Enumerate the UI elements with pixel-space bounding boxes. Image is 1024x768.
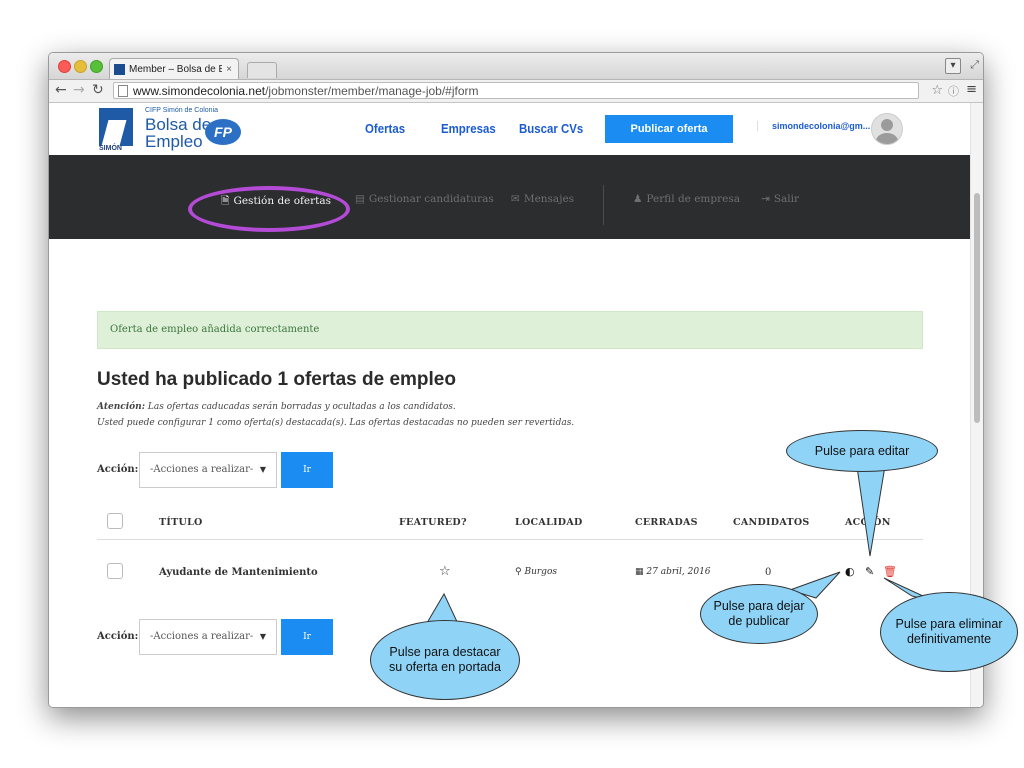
closing-date-text: 27 abril, 2016: [646, 567, 711, 577]
tab-label: Mensajes: [523, 193, 575, 205]
back-icon[interactable]: ←: [55, 82, 67, 98]
bulk-action-value: -Acciones a realizar-: [150, 464, 254, 475]
logo-mark-icon: [99, 108, 133, 146]
notice-label: Atención:: [97, 402, 146, 412]
col-localidad: LOCALIDAD: [515, 517, 583, 528]
calendar-icon: ▦: [635, 567, 644, 577]
tab-title: Member – Bolsa de Empleo: [129, 63, 222, 75]
new-tab-button[interactable]: [247, 62, 277, 78]
page-title: Usted ha publicado 1 ofertas de empleo: [97, 369, 456, 390]
location-text: Burgos: [524, 567, 557, 577]
avatar[interactable]: [871, 113, 903, 145]
notice-line2: Usted puede configurar 1 como oferta(s) …: [97, 418, 575, 428]
bulk-action-select[interactable]: -Acciones a realizar- ▼: [139, 452, 277, 488]
web-page: SIMÓN CIFP Simón de Colonia Bolsa de Emp…: [49, 103, 971, 707]
callout-edit: Pulse para editar: [786, 430, 938, 472]
nav-buscar-cvs[interactable]: Buscar CVs: [519, 121, 583, 136]
forward-icon[interactable]: →: [73, 82, 85, 98]
chevron-down-icon: ▼: [259, 465, 266, 474]
tab-salir[interactable]: ⇥ Salir: [761, 193, 799, 205]
logo-fp-badge: FP: [205, 119, 241, 145]
bulk-action-go-button[interactable]: Ir: [281, 452, 333, 488]
job-closing-date: ▦ 27 abril, 2016: [635, 567, 711, 577]
job-title-link[interactable]: Ayudante de Mantenimiento: [159, 567, 318, 578]
tab-label: Gestionar candidaturas: [368, 193, 494, 205]
callout-unpublish: Pulse para dejar de publicar: [700, 584, 818, 644]
favicon-icon: [114, 63, 125, 75]
site-header: SIMÓN CIFP Simón de Colonia Bolsa de Emp…: [49, 103, 971, 155]
user-profile-icon[interactable]: ▾: [945, 58, 961, 74]
logo-side-text: SIMÓN: [99, 145, 122, 152]
logo-subtitle: CIFP Simón de Colonia: [145, 107, 219, 114]
col-cerradas: CERRADAS: [635, 517, 698, 528]
address-bar[interactable]: www.simondecolonia.net /jobmonster/membe…: [113, 82, 919, 99]
nav-ofertas[interactable]: Ofertas: [365, 121, 405, 136]
table-header-divider: [97, 539, 923, 540]
nav-empresas[interactable]: Empresas: [441, 121, 496, 136]
bulk-action-label: Acción:: [97, 631, 139, 642]
highlight-ellipse: [188, 186, 350, 232]
publish-offer-button[interactable]: Publicar oferta: [605, 115, 733, 143]
select-all-checkbox[interactable]: [107, 513, 123, 529]
tab-gestionar-candidaturas[interactable]: ▤ Gestionar candidaturas: [355, 193, 494, 205]
url-path: /jobmonster/member/manage-job/#jform: [265, 83, 479, 98]
reload-icon[interactable]: ↻: [92, 82, 104, 98]
chat-icon: ✉: [511, 193, 520, 205]
tab-label: Perfil de empresa: [646, 193, 740, 205]
scrollbar-thumb[interactable]: [974, 193, 980, 423]
bulk-action-select[interactable]: -Acciones a realizar- ▼: [139, 619, 277, 655]
member-subnav: 🗎 Gestión de ofertas ▤ Gestionar candidatu…: [49, 155, 971, 239]
browser-window: Member – Bolsa de Empleo × ▾ ⤢ ← → ↻ www…: [48, 52, 984, 708]
col-titulo: TÍTULO: [159, 517, 203, 528]
callout-feature: Pulse para destacar su oferta en portada: [370, 620, 520, 700]
close-window-button[interactable]: [58, 60, 71, 73]
tab-close-icon[interactable]: ×: [226, 64, 232, 75]
bookmark-star-icon[interactable]: ☆: [931, 83, 943, 98]
zoom-window-button[interactable]: [90, 60, 103, 73]
account-menu[interactable]: simondecolonia@gm...: [757, 121, 870, 131]
toggle-publish-icon[interactable]: ◐: [845, 565, 855, 578]
menu-icon[interactable]: ≡: [966, 82, 977, 97]
url-host: www.simondecolonia.net: [133, 83, 266, 98]
bulk-action-go-button[interactable]: Ir: [281, 619, 333, 655]
feature-star-icon[interactable]: ☆: [439, 564, 451, 579]
row-checkbox[interactable]: [107, 563, 123, 579]
delete-trash-icon[interactable]: 🗑: [883, 565, 897, 578]
logo-title-line2: Empleo: [145, 132, 203, 151]
success-alert: Oferta de empleo añadida correctamente: [97, 311, 923, 349]
job-location: ⚲ Burgos: [515, 567, 557, 577]
subnav-divider: [603, 185, 604, 225]
chevron-down-icon: ▼: [259, 632, 266, 641]
extension-icon[interactable]: ⓘ: [948, 83, 959, 99]
tab-perfil-empresa[interactable]: ♟ Perfil de empresa: [633, 193, 740, 205]
notice-line1: Las ofertas caducadas serán borradas y o…: [147, 402, 456, 412]
bulk-action-label: Acción:: [97, 464, 139, 475]
logout-icon: ⇥: [761, 193, 770, 205]
fullscreen-icon[interactable]: ⤢: [970, 58, 979, 72]
col-candidatos: CANDIDATOS: [733, 517, 810, 528]
page-icon: [118, 84, 128, 97]
map-marker-icon: ⚲: [515, 567, 522, 577]
col-featured: FEATURED?: [399, 517, 467, 528]
title-bar: Member – Bolsa de Empleo × ▾ ⤢: [49, 53, 983, 80]
users-icon: ♟: [633, 193, 643, 205]
notice-text: Atención: Las ofertas caducadas serán bo…: [97, 399, 574, 431]
bulk-action-value: -Acciones a realizar-: [150, 631, 254, 642]
browser-tab[interactable]: Member – Bolsa de Empleo ×: [109, 58, 239, 79]
tab-label: Salir: [773, 193, 800, 205]
candidates-count: 0: [765, 567, 772, 578]
site-logo[interactable]: SIMÓN CIFP Simón de Colonia Bolsa de Emp…: [99, 105, 249, 153]
list-icon: ▤: [355, 193, 365, 205]
minimize-window-button[interactable]: [74, 60, 87, 73]
browser-toolbar: ← → ↻ www.simondecolonia.net /jobmonster…: [49, 80, 983, 103]
logo-title: Bolsa de Empleo: [145, 116, 211, 150]
callout-delete: Pulse para eliminar definitivamente: [880, 592, 1018, 672]
edit-pencil-icon[interactable]: ✎: [865, 565, 874, 578]
tab-mensajes[interactable]: ✉ Mensajes: [511, 193, 574, 205]
col-accion: ACCIÓN: [845, 517, 891, 528]
